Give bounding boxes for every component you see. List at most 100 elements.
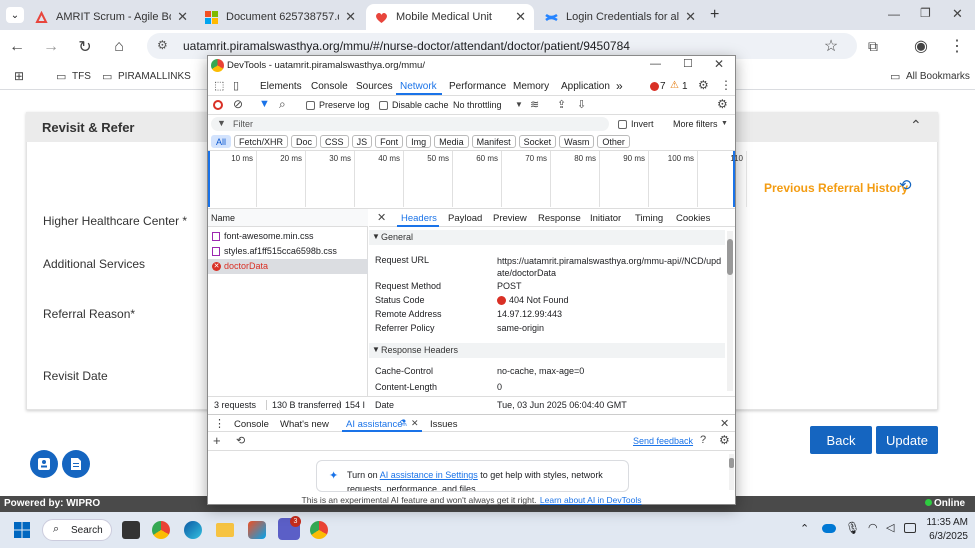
more-tabs-chevron[interactable]: » [616,79,623,93]
drawer-scrollbar[interactable] [729,454,734,490]
close-window-icon[interactable]: ✕ [952,6,963,22]
more-filters-button[interactable]: More filters [673,119,718,129]
bookmark-tfs[interactable]: TFS [72,71,91,82]
ai-settings-link[interactable]: AI assistance in Settings [380,470,478,480]
mic-muted-icon[interactable]: 🎙 [845,521,860,535]
bookmark-piramallinks[interactable]: PIRAMALLINKS [118,71,191,82]
type-filter-fetch[interactable]: Fetch/XHR [234,135,289,148]
clock-date[interactable]: 6/3/2025 [922,531,968,542]
warning-icon[interactable]: ⚠ [670,80,679,91]
detail-tab-initiator[interactable]: Initiator [590,213,621,224]
tab-console[interactable]: Console [311,81,348,92]
clock-time[interactable]: 11:35 AM [922,517,968,528]
forward-arrow-icon[interactable]: → [40,36,62,58]
scrollbar-thumb[interactable] [727,239,733,275]
type-filter-doc[interactable]: Doc [291,135,318,148]
type-filter-css[interactable]: CSS [320,135,349,148]
tab-network[interactable]: Network [400,81,437,92]
menu-dots-icon[interactable]: ⋮ [946,35,968,57]
tab-application[interactable]: Application [561,81,610,92]
new-chat-plus-icon[interactable]: + [213,433,221,448]
type-filter-socket[interactable]: Socket [518,135,557,148]
dropdown-chevron-icon[interactable]: ▼ [515,100,523,109]
extensions-icon[interactable]: ⧉ [862,35,884,57]
filter-input[interactable]: ▼ Filter [211,117,609,131]
maximize-window-icon[interactable]: ☐ [683,57,693,70]
bookmark-star-icon[interactable]: ☆ [820,35,842,57]
reload-icon[interactable]: ↻ [74,36,96,58]
previous-referral-link[interactable]: Previous Referral History [764,181,908,195]
back-arrow-icon[interactable]: ← [6,36,28,58]
detail-tab-preview[interactable]: Preview [493,213,527,224]
drawer-tab-console[interactable]: Console [234,419,269,430]
home-icon[interactable]: ⌂ [108,36,130,58]
menu-dots-icon[interactable]: ⋮ [720,78,732,92]
request-row-selected[interactable]: ✕ doctorData [208,259,368,274]
clear-icon[interactable]: ⊘ [233,97,243,111]
restore-window-icon[interactable]: ❐ [920,6,931,20]
detail-tab-response[interactable]: Response [538,213,581,224]
tab-mobile-medical-unit[interactable]: Mobile Medical Unit ✕ [366,4,534,30]
tab-amrit-scrum[interactable]: AMRIT Scrum - Agile Board ✕ [26,4,196,30]
response-headers-section-header[interactable]: ▼ Response Headers [369,343,725,358]
invert-checkbox[interactable] [618,120,627,129]
settings-gear-icon[interactable]: ⚙ [719,433,730,447]
update-button[interactable]: Update [876,426,938,454]
type-filter-wasm[interactable]: Wasm [559,135,595,148]
type-filter-other[interactable]: Other [597,135,630,148]
document-fab[interactable] [62,450,90,478]
history-icon[interactable]: ⟲ [236,434,245,447]
drawer-tab-ai-assistance[interactable]: AI assistance [346,419,403,430]
close-icon[interactable]: ✕ [515,9,526,25]
detail-tab-timing[interactable]: Timing [635,213,663,224]
drawer-tab-whats-new[interactable]: What's new [280,419,329,430]
type-filter-js[interactable]: JS [351,135,373,148]
detail-tab-cookies[interactable]: Cookies [676,213,710,224]
settings-gear-icon[interactable]: ⚙ [698,78,709,92]
chrome-icon[interactable] [152,521,170,539]
filter-funnel-icon[interactable]: ▼ [259,98,270,110]
new-tab-button[interactable]: + [710,6,719,24]
close-icon[interactable]: ✕ [345,9,356,25]
timeline-handle-right[interactable] [733,151,735,207]
request-row[interactable]: styles.af1ff515cca6598b.css [208,244,368,259]
wifi-icon[interactable]: ◠ [868,521,878,534]
onedrive-icon[interactable] [822,524,836,533]
collapse-chevron-icon[interactable]: ⌃ [910,117,922,134]
battery-icon[interactable] [904,523,916,533]
timeline-handle-left[interactable] [208,151,210,207]
network-settings-icon[interactable]: ⚙ [717,97,728,111]
preserve-log-checkbox[interactable] [306,101,315,110]
disable-cache-checkbox[interactable] [379,101,388,110]
request-row[interactable]: font-awesome.min.css [208,229,368,244]
minimize-window-icon[interactable]: — [650,58,661,70]
inspect-element-icon[interactable]: ⬚ [214,79,224,92]
general-section-header[interactable]: ▼ General [369,230,725,245]
chrome-icon[interactable] [310,521,328,539]
task-view-icon[interactable] [122,521,140,539]
network-conditions-icon[interactable]: ≋ [530,98,539,111]
teams-icon[interactable]: 3 [278,516,301,540]
close-icon[interactable]: ✕ [177,9,188,25]
export-har-icon[interactable]: ⇩ [577,98,586,111]
detail-tab-payload[interactable]: Payload [448,213,482,224]
close-icon[interactable]: ✕ [685,9,696,25]
type-filter-manifest[interactable]: Manifest [471,135,516,148]
url-text[interactable]: uatamrit.piramalswasthya.org/mmu/#/nurse… [183,39,630,53]
timeline-overview[interactable]: 10 ms 20 ms 30 ms 40 ms 50 ms 60 ms 70 ms 80 ms… [208,151,747,209]
volume-icon[interactable]: ◁ [886,521,894,534]
tab-document[interactable]: Document 625738757.docx ✕ [196,4,364,30]
ai-learn-more-link[interactable]: Learn about AI in DevTools [540,495,642,505]
tab-search-chevron-icon[interactable]: ⌄ [6,7,24,23]
import-har-icon[interactable]: ⇪ [557,98,566,111]
all-bookmarks[interactable]: All Bookmarks [906,71,970,82]
site-settings-icon[interactable]: ⚙ [157,38,168,52]
close-drawer-icon[interactable]: ✕ [720,417,729,430]
tab-performance[interactable]: Performance [449,81,506,92]
close-detail-icon[interactable]: ✕ [377,211,386,224]
tab-memory[interactable]: Memory [513,81,549,92]
name-column-header[interactable]: Name [208,209,368,227]
search-icon[interactable]: ⌕ [279,97,286,112]
type-filter-font[interactable]: Font [375,135,404,148]
drawer-tab-issues[interactable]: Issues [430,419,457,430]
